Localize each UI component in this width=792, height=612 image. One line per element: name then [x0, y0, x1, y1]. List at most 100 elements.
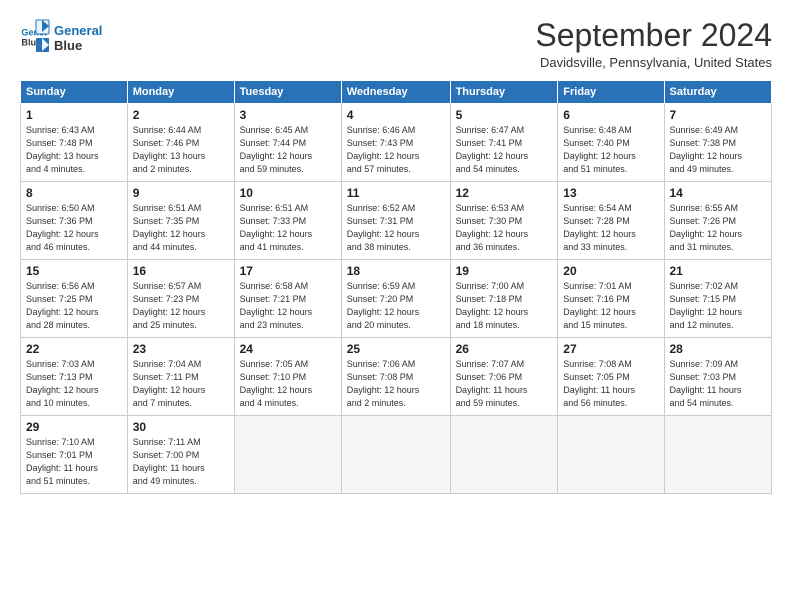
day-number: 9 — [133, 186, 229, 200]
table-row: 29 Sunrise: 7:10 AM Sunset: 7:01 PM Dayli… — [21, 416, 128, 494]
table-row: 21 Sunrise: 7:02 AM Sunset: 7:15 PM Dayli… — [664, 260, 772, 338]
day-info: Sunrise: 6:46 AM Sunset: 7:43 PM Dayligh… — [347, 124, 445, 176]
day-number: 4 — [347, 108, 445, 122]
day-info: Sunrise: 7:07 AM Sunset: 7:06 PM Dayligh… — [456, 358, 553, 410]
day-number: 13 — [563, 186, 658, 200]
logo: General Blue General Blue General Blue — [20, 18, 117, 56]
day-info: Sunrise: 6:49 AM Sunset: 7:38 PM Dayligh… — [670, 124, 767, 176]
table-row: 12 Sunrise: 6:53 AM Sunset: 7:30 PM Dayli… — [450, 182, 558, 260]
col-tuesday: Tuesday — [234, 81, 341, 104]
table-row — [341, 416, 450, 494]
col-saturday: Saturday — [664, 81, 772, 104]
table-row: 18 Sunrise: 6:59 AM Sunset: 7:20 PM Dayli… — [341, 260, 450, 338]
day-info: Sunrise: 6:45 AM Sunset: 7:44 PM Dayligh… — [240, 124, 336, 176]
day-info: Sunrise: 6:54 AM Sunset: 7:28 PM Dayligh… — [563, 202, 658, 254]
col-monday: Monday — [127, 81, 234, 104]
day-info: Sunrise: 6:52 AM Sunset: 7:31 PM Dayligh… — [347, 202, 445, 254]
table-row: 30 Sunrise: 7:11 AM Sunset: 7:00 PM Dayli… — [127, 416, 234, 494]
table-row: 24Sunrise: 7:05 AM Sunset: 7:10 PM Dayli… — [234, 338, 341, 416]
day-number: 26 — [456, 342, 553, 356]
title-block: September 2024 Davidsville, Pennsylvania… — [535, 18, 772, 70]
day-number: 12 — [456, 186, 553, 200]
day-number: 15 — [26, 264, 122, 278]
day-number: 29 — [26, 420, 122, 434]
day-info: Sunrise: 6:57 AM Sunset: 7:23 PM Dayligh… — [133, 280, 229, 332]
header: General Blue General Blue General Blue — [20, 18, 772, 70]
day-number: 16 — [133, 264, 229, 278]
table-row: 15 Sunrise: 6:56 AM Sunset: 7:25 PM Dayli… — [21, 260, 128, 338]
table-row: 9 Sunrise: 6:51 AM Sunset: 7:35 PM Daylig… — [127, 182, 234, 260]
table-row — [558, 416, 664, 494]
table-row: 27Sunrise: 7:08 AM Sunset: 7:05 PM Dayli… — [558, 338, 664, 416]
table-row: 11Sunrise: 6:52 AM Sunset: 7:31 PM Dayli… — [341, 182, 450, 260]
col-friday: Friday — [558, 81, 664, 104]
day-number: 1 — [26, 108, 122, 122]
col-sunday: Sunday — [21, 81, 128, 104]
calendar-week-1: 1 Sunrise: 6:43 AM Sunset: 7:48 PM Daylig… — [21, 104, 772, 182]
day-info: Sunrise: 7:00 AM Sunset: 7:18 PM Dayligh… — [456, 280, 553, 332]
day-info: Sunrise: 7:09 AM Sunset: 7:03 PM Dayligh… — [670, 358, 767, 410]
day-info: Sunrise: 6:44 AM Sunset: 7:46 PM Dayligh… — [133, 124, 229, 176]
day-number: 7 — [670, 108, 767, 122]
day-number: 17 — [240, 264, 336, 278]
day-number: 27 — [563, 342, 658, 356]
day-info: Sunrise: 7:11 AM Sunset: 7:00 PM Dayligh… — [133, 436, 229, 488]
table-row: 3 Sunrise: 6:45 AM Sunset: 7:44 PM Daylig… — [234, 104, 341, 182]
day-info: Sunrise: 6:51 AM Sunset: 7:33 PM Dayligh… — [240, 202, 336, 254]
day-info: Sunrise: 7:03 AM Sunset: 7:13 PM Dayligh… — [26, 358, 122, 410]
day-info: Sunrise: 7:05 AM Sunset: 7:10 PM Dayligh… — [240, 358, 336, 410]
day-info: Sunrise: 6:56 AM Sunset: 7:25 PM Dayligh… — [26, 280, 122, 332]
table-row: 22Sunrise: 7:03 AM Sunset: 7:13 PM Dayli… — [21, 338, 128, 416]
day-number: 25 — [347, 342, 445, 356]
day-info: Sunrise: 6:55 AM Sunset: 7:26 PM Dayligh… — [670, 202, 767, 254]
table-row: 23Sunrise: 7:04 AM Sunset: 7:11 PM Dayli… — [127, 338, 234, 416]
col-thursday: Thursday — [450, 81, 558, 104]
table-row: 28 Sunrise: 7:09 AM Sunset: 7:03 PM Dayli… — [664, 338, 772, 416]
day-info: Sunrise: 7:10 AM Sunset: 7:01 PM Dayligh… — [26, 436, 122, 488]
table-row: 1 Sunrise: 6:43 AM Sunset: 7:48 PM Daylig… — [21, 104, 128, 182]
calendar-week-3: 15 Sunrise: 6:56 AM Sunset: 7:25 PM Dayli… — [21, 260, 772, 338]
table-row: 26 Sunrise: 7:07 AM Sunset: 7:06 PM Dayli… — [450, 338, 558, 416]
table-row — [664, 416, 772, 494]
day-info: Sunrise: 6:53 AM Sunset: 7:30 PM Dayligh… — [456, 202, 553, 254]
day-info: Sunrise: 6:48 AM Sunset: 7:40 PM Dayligh… — [563, 124, 658, 176]
day-info: Sunrise: 6:59 AM Sunset: 7:20 PM Dayligh… — [347, 280, 445, 332]
subtitle: Davidsville, Pennsylvania, United States — [535, 55, 772, 70]
header-row: Sunday Monday Tuesday Wednesday Thursday… — [21, 81, 772, 104]
day-info: Sunrise: 7:04 AM Sunset: 7:11 PM Dayligh… — [133, 358, 229, 410]
day-number: 28 — [670, 342, 767, 356]
day-number: 2 — [133, 108, 229, 122]
table-row: 17Sunrise: 6:58 AM Sunset: 7:21 PM Dayli… — [234, 260, 341, 338]
day-number: 14 — [670, 186, 767, 200]
day-number: 20 — [563, 264, 658, 278]
day-number: 19 — [456, 264, 553, 278]
table-row: 13 Sunrise: 6:54 AM Sunset: 7:28 PM Dayli… — [558, 182, 664, 260]
day-number: 10 — [240, 186, 336, 200]
table-row — [450, 416, 558, 494]
page: General Blue General Blue General Blue — [0, 0, 792, 612]
table-row: 6 Sunrise: 6:48 AM Sunset: 7:40 PM Daylig… — [558, 104, 664, 182]
day-info: Sunrise: 6:51 AM Sunset: 7:35 PM Dayligh… — [133, 202, 229, 254]
day-number: 30 — [133, 420, 229, 434]
day-info: Sunrise: 7:06 AM Sunset: 7:08 PM Dayligh… — [347, 358, 445, 410]
day-info: Sunrise: 7:02 AM Sunset: 7:15 PM Dayligh… — [670, 280, 767, 332]
day-number: 18 — [347, 264, 445, 278]
day-info: Sunrise: 7:01 AM Sunset: 7:16 PM Dayligh… — [563, 280, 658, 332]
day-number: 21 — [670, 264, 767, 278]
day-number: 8 — [26, 186, 122, 200]
day-number: 3 — [240, 108, 336, 122]
table-row — [234, 416, 341, 494]
logo-svg: General Blue — [32, 18, 117, 56]
table-row: 20 Sunrise: 7:01 AM Sunset: 7:16 PM Dayli… — [558, 260, 664, 338]
month-title: September 2024 — [535, 18, 772, 53]
day-info: Sunrise: 6:43 AM Sunset: 7:48 PM Dayligh… — [26, 124, 122, 176]
table-row: 14 Sunrise: 6:55 AM Sunset: 7:26 PM Dayli… — [664, 182, 772, 260]
day-number: 6 — [563, 108, 658, 122]
table-row: 19 Sunrise: 7:00 AM Sunset: 7:18 PM Dayli… — [450, 260, 558, 338]
day-number: 5 — [456, 108, 553, 122]
table-row: 2 Sunrise: 6:44 AM Sunset: 7:46 PM Daylig… — [127, 104, 234, 182]
calendar-week-4: 22Sunrise: 7:03 AM Sunset: 7:13 PM Dayli… — [21, 338, 772, 416]
table-row: 8Sunrise: 6:50 AM Sunset: 7:36 PM Daylig… — [21, 182, 128, 260]
table-row: 10 Sunrise: 6:51 AM Sunset: 7:33 PM Dayli… — [234, 182, 341, 260]
day-info: Sunrise: 6:47 AM Sunset: 7:41 PM Dayligh… — [456, 124, 553, 176]
